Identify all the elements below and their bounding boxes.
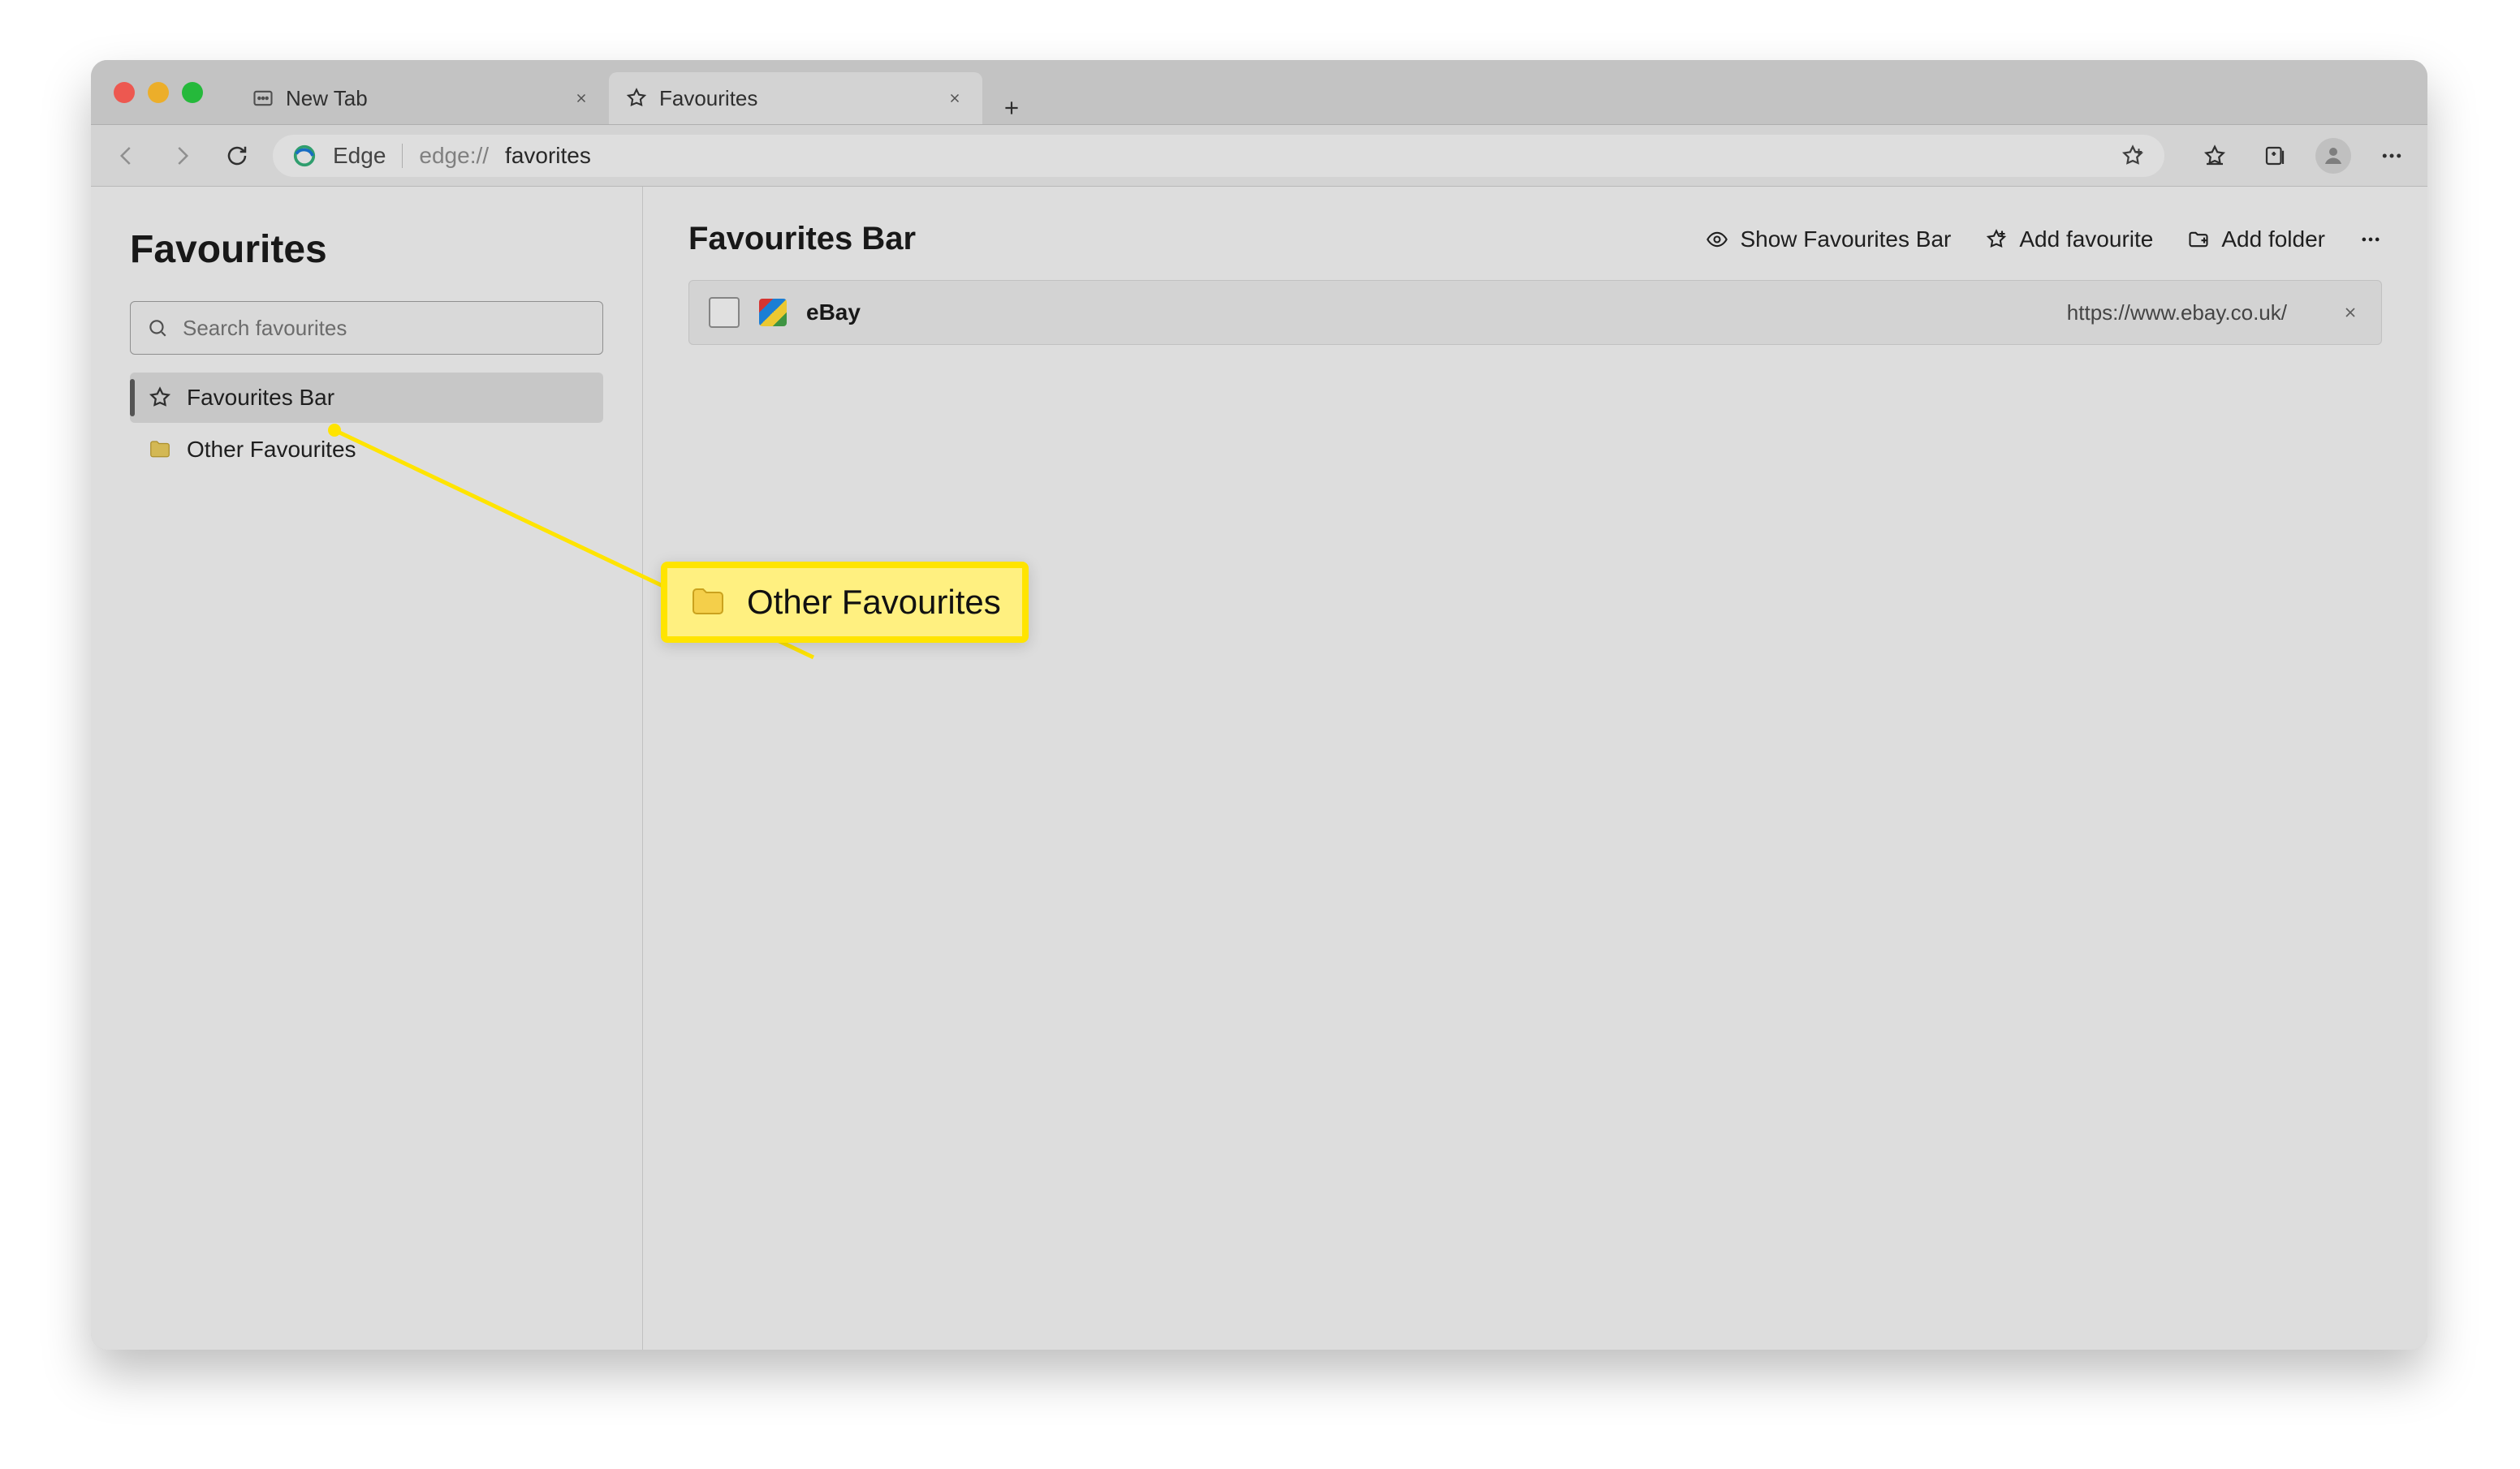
window-controls xyxy=(114,82,203,103)
action-label: Add folder xyxy=(2221,226,2325,252)
reload-button[interactable] xyxy=(218,136,257,175)
row-checkbox[interactable] xyxy=(709,297,740,328)
back-button[interactable] xyxy=(107,136,146,175)
search-icon xyxy=(147,317,168,338)
close-window-button[interactable] xyxy=(114,82,135,103)
tab-favourites[interactable]: Favourites xyxy=(609,72,982,124)
main-header: Favourites Bar Show Favourites Bar Add f… xyxy=(688,221,2382,257)
show-favourites-bar-button[interactable]: Show Favourites Bar xyxy=(1706,226,1951,252)
maximize-window-button[interactable] xyxy=(182,82,203,103)
delete-favourite-button[interactable] xyxy=(2339,301,2362,324)
star-icon xyxy=(625,87,648,110)
add-folder-button[interactable]: Add folder xyxy=(2187,226,2325,252)
tab-icon xyxy=(252,87,274,110)
main-title: Favourites Bar xyxy=(688,221,916,257)
tab-new-tab[interactable]: New Tab xyxy=(235,72,609,124)
sidebar: Favourites Favourites Bar xyxy=(91,187,643,1350)
tab-label: Favourites xyxy=(659,86,757,111)
add-favourite-star-button[interactable] xyxy=(2121,144,2145,168)
profile-button[interactable] xyxy=(2315,138,2351,174)
url-scheme: edge:// xyxy=(419,143,489,169)
forward-button[interactable] xyxy=(162,136,201,175)
add-favourite-button[interactable]: Add favourite xyxy=(1985,226,2153,252)
tab-strip: New Tab Favourites xyxy=(235,60,1028,124)
action-label: Show Favourites Bar xyxy=(1740,226,1951,252)
star-icon xyxy=(148,386,172,410)
address-bar[interactable]: Edge edge:// favorites xyxy=(273,135,2164,177)
annotation-label: Other Favourites xyxy=(747,583,1001,622)
annotation-callout: Other Favourites xyxy=(661,562,1029,643)
edge-logo-icon xyxy=(292,144,317,168)
more-menu-button[interactable] xyxy=(2372,136,2411,175)
main-actions: Show Favourites Bar Add favourite Add fo… xyxy=(1706,226,2382,252)
favourite-name: eBay xyxy=(806,299,861,325)
sidebar-item-label: Favourites Bar xyxy=(187,385,334,411)
site-favicon xyxy=(759,299,787,326)
content: Favourites Favourites Bar xyxy=(91,187,2427,1350)
toolbar: Edge edge:// favorites xyxy=(91,125,2427,187)
search-input[interactable] xyxy=(183,316,586,341)
favourite-url: https://www.ebay.co.uk/ xyxy=(2067,300,2287,325)
more-actions-button[interactable] xyxy=(2359,228,2382,251)
toolbar-right xyxy=(2195,136,2411,175)
titlebar: New Tab Favourites xyxy=(91,60,2427,125)
separator xyxy=(402,144,403,168)
sidebar-item-other-favourites[interactable]: Other Favourites xyxy=(130,424,603,475)
close-tab-button[interactable] xyxy=(570,87,593,110)
search-favourites[interactable] xyxy=(130,301,603,355)
close-tab-button[interactable] xyxy=(943,87,966,110)
folder-icon xyxy=(688,583,727,622)
url-page: favorites xyxy=(505,143,591,169)
sidebar-title: Favourites xyxy=(130,227,603,272)
new-tab-button[interactable] xyxy=(995,92,1028,124)
address-brand: Edge xyxy=(333,143,386,169)
collections-button[interactable] xyxy=(2255,136,2294,175)
minimize-window-button[interactable] xyxy=(148,82,169,103)
action-label: Add favourite xyxy=(2019,226,2153,252)
folder-icon xyxy=(148,437,172,462)
tab-label: New Tab xyxy=(286,86,368,111)
sidebar-item-favourites-bar[interactable]: Favourites Bar xyxy=(130,373,603,423)
sidebar-item-label: Other Favourites xyxy=(187,437,356,463)
main-panel: Favourites Bar Show Favourites Bar Add f… xyxy=(643,187,2427,1350)
favourites-menu-button[interactable] xyxy=(2195,136,2234,175)
sidebar-tree: Favourites Bar Other Favourites xyxy=(130,373,603,475)
favourite-row[interactable]: eBay https://www.ebay.co.uk/ xyxy=(688,280,2382,345)
